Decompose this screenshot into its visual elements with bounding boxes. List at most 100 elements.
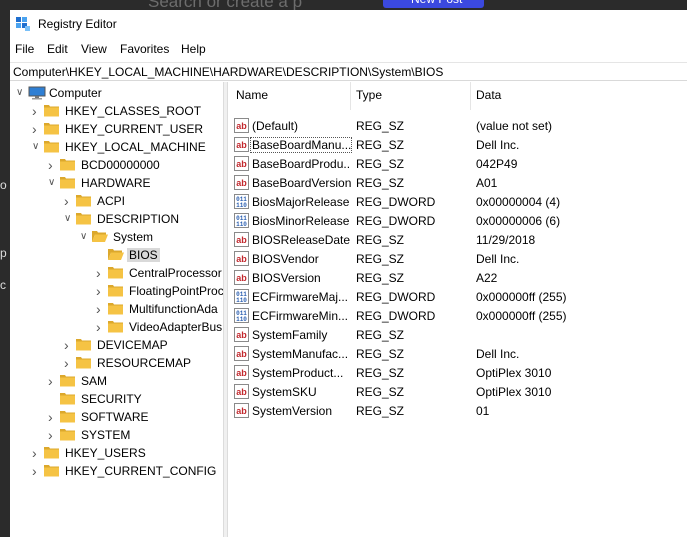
registry-editor-app-icon — [16, 17, 30, 31]
value-name: BaseBoardProdu... — [252, 157, 351, 171]
chevron-down-icon[interactable]: ∨ — [16, 87, 26, 99]
chevron-right-icon[interactable]: › — [96, 320, 106, 334]
svg-text:110: 110 — [236, 297, 247, 304]
tree-node-label: Computer — [49, 86, 102, 100]
svg-text:ab: ab — [236, 178, 247, 188]
value-name: SystemSKU — [252, 385, 317, 399]
chevron-down-icon[interactable]: ∨ — [32, 141, 42, 153]
column-header-type[interactable]: Type — [356, 88, 382, 102]
computer-icon — [28, 86, 46, 100]
chevron-right-icon[interactable]: › — [32, 446, 42, 460]
column-divider[interactable] — [470, 82, 471, 110]
svg-text:ab: ab — [236, 387, 247, 397]
value-row[interactable]: ab BIOSVersion REG_SZ A22 — [228, 268, 687, 287]
column-divider[interactable] — [350, 82, 351, 110]
registry-key-tree[interactable]: ∨ Computer › HKEY_CLASSES_ROOT › HKEY_CURRENT… — [10, 82, 223, 537]
value-row[interactable]: 011 110 BiosMinorRelease REG_DWORD 0x0000000… — [228, 211, 687, 230]
value-data: (value not set) — [476, 119, 553, 133]
chevron-down-icon[interactable]: ∨ — [64, 213, 74, 225]
column-header-name[interactable]: Name — [236, 88, 268, 102]
chevron-right-icon[interactable]: › — [64, 356, 74, 370]
value-row[interactable]: ab SystemSKU REG_SZ OptiPlex 3010 — [228, 382, 687, 401]
value-row[interactable]: 011 110 ECFirmwareMaj... REG_DWORD 0x000000f… — [228, 287, 687, 306]
tree-node-label: HKEY_CURRENT_CONFIG — [65, 464, 217, 478]
chevron-right-icon[interactable]: › — [32, 464, 42, 478]
binary-value-icon: 011 110 — [234, 194, 249, 209]
value-row[interactable]: ab BaseBoardVersion REG_SZ A01 — [228, 173, 687, 192]
folder-open-icon — [92, 230, 108, 243]
chevron-right-icon[interactable]: › — [64, 194, 74, 208]
tree-node-label: SAM — [81, 374, 108, 388]
value-row[interactable]: ab BIOSReleaseDate REG_SZ 11/29/2018 — [228, 230, 687, 249]
title-bar[interactable]: Registry Editor — [10, 10, 687, 38]
value-row[interactable]: ab (Default) REG_SZ (value not set) — [228, 116, 687, 135]
svg-text:ab: ab — [236, 273, 247, 283]
value-type: REG_SZ — [356, 119, 405, 133]
value-type: REG_DWORD — [356, 214, 436, 228]
column-header-row: Name Type Data — [228, 82, 687, 110]
value-data: Dell Inc. — [476, 252, 520, 266]
value-name: BIOSReleaseDate — [252, 233, 351, 247]
value-type: REG_SZ — [356, 176, 405, 190]
value-row[interactable]: 011 110 BiosMajorRelease REG_DWORD 0x0000000… — [228, 192, 687, 211]
value-row[interactable]: ab BIOSVendor REG_SZ Dell Inc. — [228, 249, 687, 268]
address-bar[interactable]: Computer\HKEY_LOCAL_MACHINE\HARDWARE\DES… — [10, 62, 687, 81]
chevron-right-icon[interactable]: › — [48, 374, 58, 388]
folder-icon — [60, 392, 76, 405]
value-type: REG_DWORD — [356, 290, 436, 304]
chevron-right-icon[interactable]: › — [96, 284, 106, 298]
tree-node-label: SECURITY — [81, 392, 142, 406]
value-type: REG_SZ — [356, 271, 405, 285]
string-value-icon: ab — [234, 175, 249, 190]
registry-values-list[interactable]: Name Type Data ab (Default) REG_SZ (value n… — [228, 82, 687, 537]
value-row[interactable]: ab SystemVersion REG_SZ 01 — [228, 401, 687, 420]
menu-edit[interactable]: Edit — [47, 42, 68, 56]
chevron-right-icon[interactable]: › — [96, 266, 106, 280]
chevron-right-icon[interactable]: › — [48, 428, 58, 442]
value-name: ECFirmwareMin... — [252, 309, 349, 323]
folder-icon — [76, 212, 92, 225]
value-data: 0x000000ff (255) — [476, 309, 567, 323]
tree-node-label: MultifunctionAda — [129, 302, 218, 316]
chevron-right-icon[interactable]: › — [48, 158, 58, 172]
folder-icon — [44, 140, 60, 153]
svg-text:110: 110 — [236, 221, 247, 228]
folder-icon — [60, 428, 76, 441]
value-name: BaseBoardVersion — [252, 176, 351, 190]
chevron-right-icon[interactable]: › — [32, 104, 42, 118]
menu-help[interactable]: Help — [181, 42, 206, 56]
chevron-right-icon[interactable]: › — [96, 302, 106, 316]
binary-value-icon: 011 110 — [234, 308, 249, 323]
string-value-icon: ab — [234, 384, 249, 399]
string-value-icon: ab — [234, 118, 249, 133]
chevron-down-icon[interactable]: ∨ — [80, 231, 90, 243]
value-data: Dell Inc. — [476, 138, 520, 152]
value-row[interactable]: ab BaseBoardManu... REG_SZ Dell Inc. — [228, 135, 687, 154]
tree-node-label: DESCRIPTION — [97, 212, 180, 226]
value-row[interactable]: ab BaseBoardProdu... REG_SZ 042P49 — [228, 154, 687, 173]
menu-view[interactable]: View — [81, 42, 107, 56]
menu-file[interactable]: File — [15, 42, 34, 56]
chevron-down-icon[interactable]: ∨ — [48, 177, 58, 189]
tree-node-label: RESOURCEMAP — [97, 356, 192, 370]
value-type: REG_SZ — [356, 157, 405, 171]
value-name: BIOSVersion — [252, 271, 321, 285]
value-type: REG_SZ — [356, 138, 405, 152]
value-row[interactable]: ab SystemFamily REG_SZ — [228, 325, 687, 344]
background-left-edge: o p c — [0, 10, 10, 537]
value-row[interactable]: ab SystemProduct... REG_SZ OptiPlex 3010 — [228, 363, 687, 382]
string-value-icon: ab — [234, 137, 249, 152]
menu-favorites[interactable]: Favorites — [120, 42, 169, 56]
value-row[interactable]: 011 110 ECFirmwareMin... REG_DWORD 0x000000f… — [228, 306, 687, 325]
chevron-right-icon[interactable]: › — [48, 410, 58, 424]
folder-icon — [60, 410, 76, 423]
value-row[interactable]: ab SystemManufac... REG_SZ Dell Inc. — [228, 344, 687, 363]
chevron-right-icon[interactable]: › — [32, 122, 42, 136]
value-data: 01 — [476, 404, 490, 418]
chevron-right-icon[interactable]: › — [64, 338, 74, 352]
column-header-data[interactable]: Data — [476, 88, 501, 102]
svg-text:ab: ab — [236, 349, 247, 359]
folder-icon — [44, 446, 60, 459]
address-path: Computer\HKEY_LOCAL_MACHINE\HARDWARE\DES… — [13, 65, 444, 79]
value-data: 042P49 — [476, 157, 518, 171]
